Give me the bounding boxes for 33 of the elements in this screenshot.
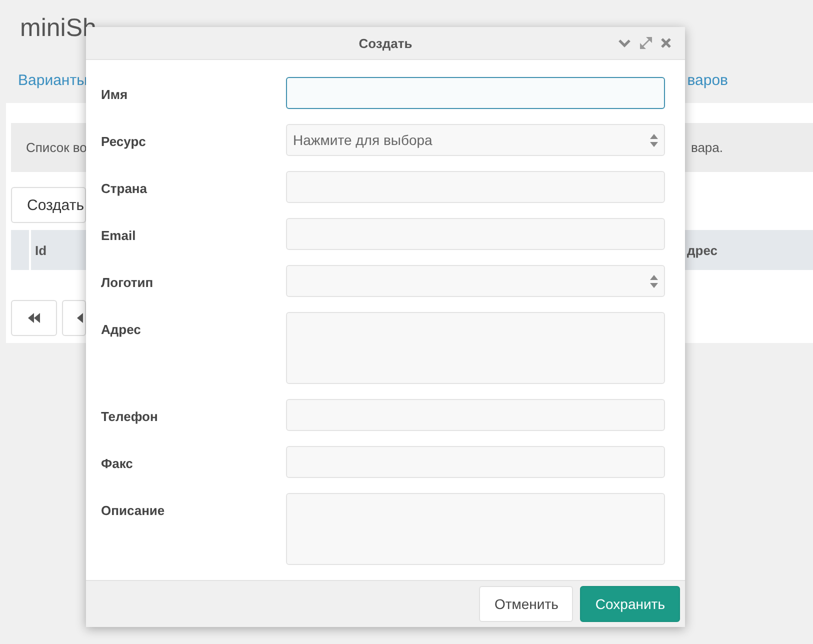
field-label: Описание	[101, 502, 166, 518]
field-label: Страна	[101, 180, 148, 196]
maximize-icon[interactable]	[640, 37, 652, 49]
field-label: Имя	[101, 86, 129, 102]
dialog-title: Создать	[358, 36, 412, 50]
tab[interactable]: варов	[687, 72, 728, 88]
cancel-button[interactable]: Отменить	[479, 586, 574, 622]
field-label: Email	[101, 227, 137, 243]
info-text: Список во	[26, 140, 87, 155]
create-button[interactable]: Создать	[11, 187, 86, 223]
field-label: Телефон	[101, 408, 159, 424]
field-label: Логотип	[101, 274, 154, 290]
first-page-button[interactable]	[11, 300, 57, 336]
double-left-arrow-icon	[28, 313, 40, 323]
close-icon[interactable]	[661, 38, 671, 48]
previous-page-button[interactable]	[62, 300, 86, 336]
chevron-down-icon[interactable]	[618, 38, 631, 48]
select-field[interactable]: Нажмите для выбора	[286, 124, 665, 156]
field-label: Адрес	[101, 321, 142, 337]
column-header: Id	[34, 242, 48, 258]
info-text: вара.	[690, 140, 723, 155]
textarea-field[interactable]	[286, 493, 665, 565]
column-header: дрес	[686, 242, 718, 258]
select-field[interactable]	[286, 265, 665, 297]
field-label: Ресурс	[101, 133, 147, 149]
field-label: Факс	[101, 455, 134, 471]
sort-arrows-icon	[650, 274, 658, 288]
left-arrow-icon	[77, 313, 83, 323]
sort-arrows-icon	[650, 134, 658, 146]
textarea-field[interactable]	[286, 312, 665, 384]
input-field[interactable]	[286, 77, 665, 109]
save-button[interactable]: Сохранить	[580, 586, 680, 622]
tab[interactable]: Варианты	[18, 72, 88, 88]
